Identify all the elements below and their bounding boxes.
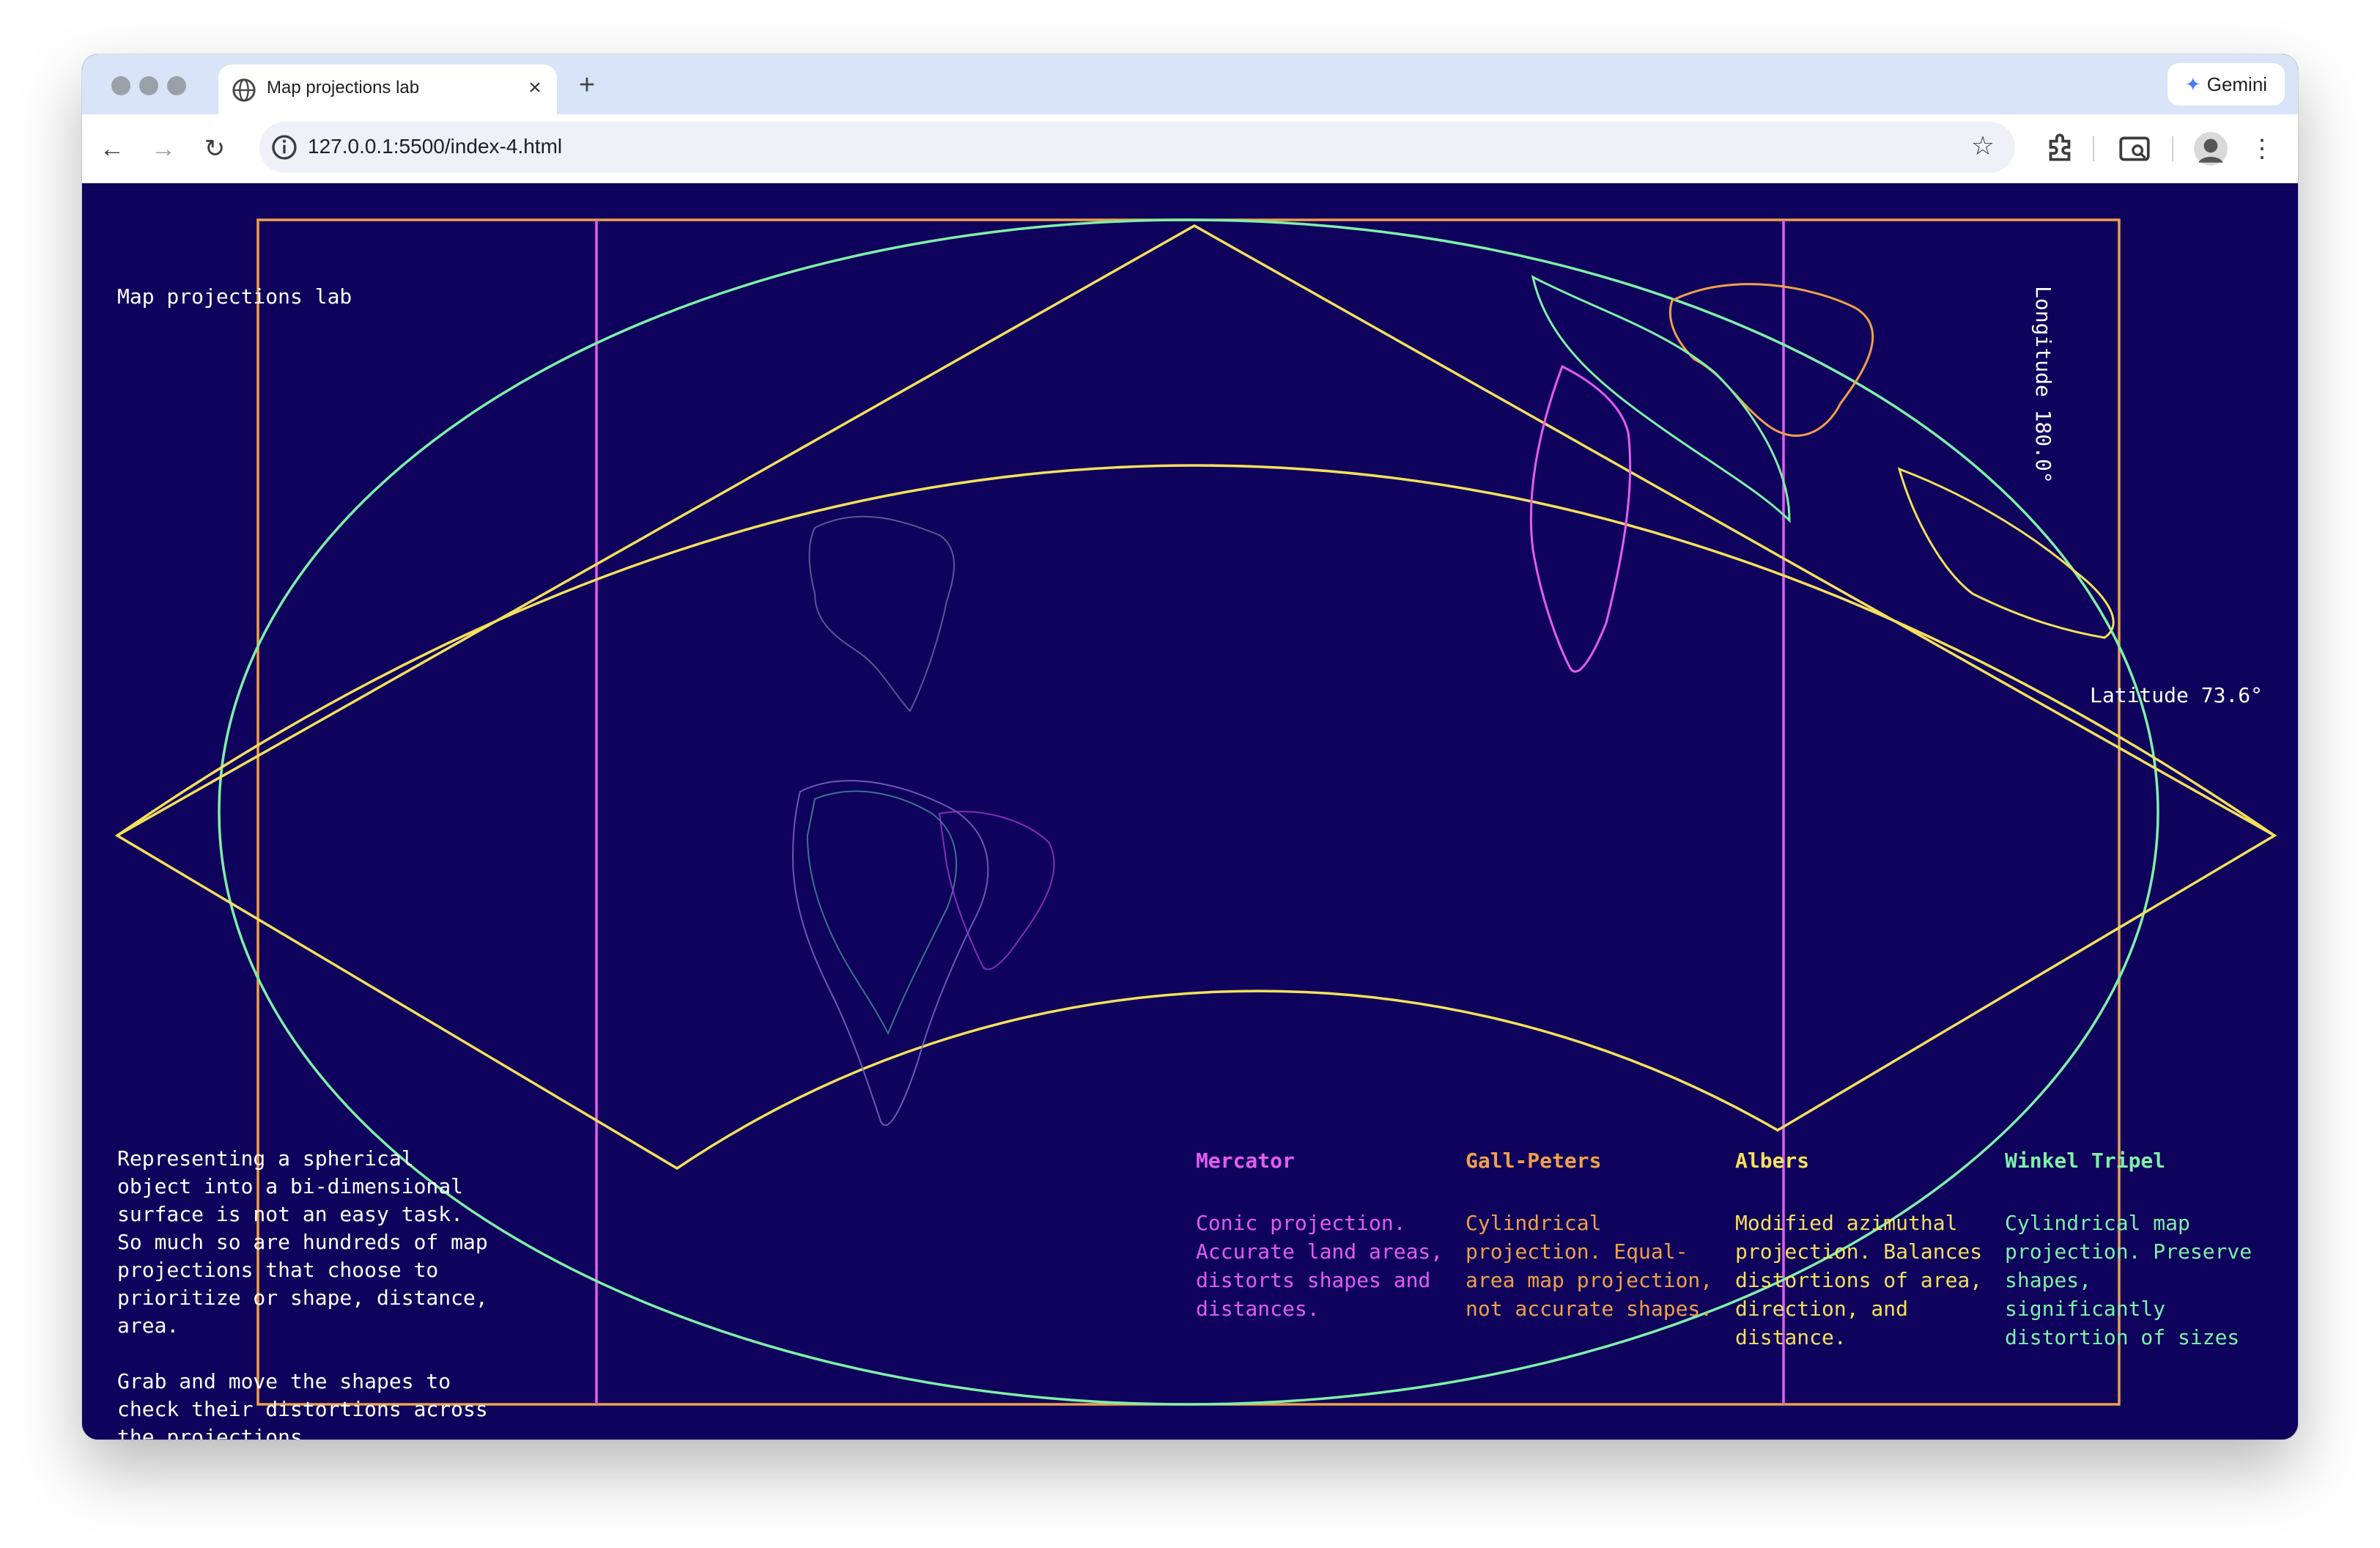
toolbar-divider <box>2172 136 2173 161</box>
back-arrow-icon[interactable]: ← <box>94 130 130 167</box>
globe-icon <box>232 78 256 102</box>
projection-description: Cylindrical projection. Equal-area map p… <box>1466 1211 1713 1321</box>
new-tab-button[interactable]: + <box>570 69 604 103</box>
browser-window: Map projections lab × + ✦ Gemini ← → ↻ 1… <box>82 54 2298 1440</box>
intro-text: Representing a spherical object into a b… <box>117 1145 498 1440</box>
url-text[interactable]: 127.0.0.1:5500/index-4.html <box>308 135 562 158</box>
greenland-winkel-tripel[interactable] <box>1531 275 1791 523</box>
projection-name: Mercator <box>1196 1149 1295 1173</box>
longitude-readout: Longitude 180.0° <box>2031 286 2055 484</box>
projection-card-gall-peters: Gall-Peters Cylindrical projection. Equa… <box>1466 1146 1715 1323</box>
toolbar-divider <box>2093 136 2094 161</box>
bookmark-star-icon[interactable]: ☆ <box>1971 130 1995 161</box>
zoom-window-button[interactable] <box>167 76 186 95</box>
greenland-gall-peters[interactable] <box>1668 283 1874 437</box>
close-window-button[interactable] <box>111 76 130 95</box>
map-canvas[interactable]: Map projections lab Longitude 180.0° Lat… <box>82 183 2298 1440</box>
projection-card-albers: Albers Modified azimuthal projection. Ba… <box>1735 1146 1984 1352</box>
projection-description: Modified azimuthal projection. Balances … <box>1735 1211 1983 1349</box>
intro-paragraph: Representing a spherical object into a b… <box>117 1146 488 1338</box>
greenland-mercator[interactable] <box>1529 364 1632 673</box>
projection-description: Cylindrical map projection. Preserve sha… <box>2005 1211 2252 1349</box>
page-title: Map projections lab <box>117 284 352 309</box>
albers-outer-arc <box>117 464 2275 837</box>
instruction-paragraph: Grab and move the shapes to check their … <box>117 1369 488 1440</box>
address-bar[interactable]: 127.0.0.1:5500/index-4.html ☆ <box>259 122 2015 173</box>
browser-tab[interactable]: Map projections lab × <box>218 64 557 114</box>
tab-strip: Map projections lab × + ✦ Gemini <box>82 54 2298 114</box>
projection-description: Conic projection. Accurate land areas, d… <box>1196 1211 1444 1321</box>
close-tab-icon[interactable]: × <box>520 73 550 103</box>
tab-search-icon[interactable] <box>2116 130 2153 167</box>
browser-toolbar: ← → ↻ 127.0.0.1:5500/index-4.html ☆ ⋮ <box>82 114 2298 184</box>
south-america-reference <box>791 780 989 1127</box>
gemini-label: Gemini <box>2206 73 2268 95</box>
projection-name: Winkel Tripel <box>2005 1149 2166 1173</box>
greenland-reference <box>808 515 955 712</box>
minimize-window-button[interactable] <box>139 76 158 95</box>
projection-name: Albers <box>1735 1149 1810 1173</box>
reload-icon[interactable]: ↻ <box>196 130 233 167</box>
south-america-winkel-tripel <box>806 790 958 1036</box>
tab-title: Map projections lab <box>267 78 420 97</box>
africa-reference <box>938 811 1055 970</box>
projection-card-mercator: Mercator Conic projection. Accurate land… <box>1196 1146 1445 1323</box>
sparkle-icon: ✦ <box>2184 73 2201 95</box>
latitude-readout: Latitude 73.6° <box>2090 683 2263 707</box>
more-menu-icon[interactable]: ⋮ <box>2244 130 2280 167</box>
gemini-button[interactable]: ✦ Gemini <box>2168 63 2285 106</box>
albers-outline[interactable] <box>114 224 2277 1171</box>
forward-arrow-icon[interactable]: → <box>145 130 182 167</box>
profile-avatar-icon[interactable] <box>2192 130 2229 167</box>
projection-card-winkel-tripel: Winkel Tripel Cylindrical map projection… <box>2005 1146 2254 1352</box>
projection-name: Gall-Peters <box>1466 1149 1602 1173</box>
site-info-icon[interactable] <box>270 133 299 162</box>
extensions-icon[interactable] <box>2041 130 2078 167</box>
